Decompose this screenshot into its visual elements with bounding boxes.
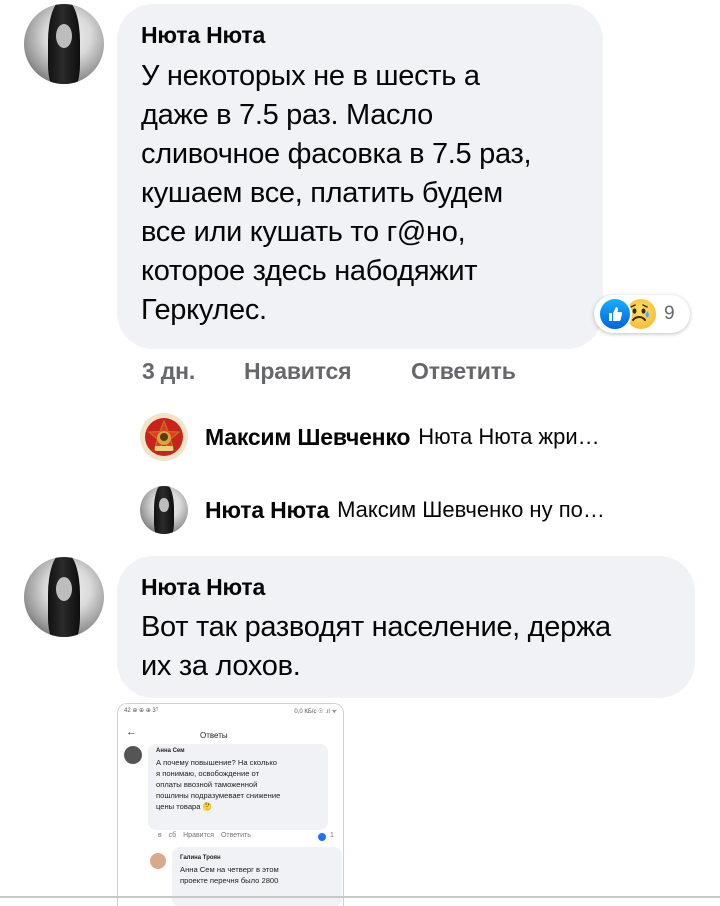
comment-line: оплаты ввозной таможенной <box>156 780 258 789</box>
comment-line: их за лохов. <box>141 650 301 682</box>
status-bar-right: 0,0 КБ/с ☉ .ıl ᯤ <box>294 709 337 715</box>
back-arrow-icon: ← <box>126 726 137 738</box>
avatar[interactable] <box>24 557 104 637</box>
comment-line: я понимаю, освобождение от <box>156 769 260 778</box>
avatar[interactable] <box>140 413 188 461</box>
comment-line: цены товара 🤔 <box>156 802 213 811</box>
avatar <box>150 853 166 869</box>
comment-bubble: Нюта Нюта У некоторых не в шесть а даже … <box>117 4 603 349</box>
reply-line: Анна Сем на четверг в этом <box>180 865 279 874</box>
reply-text: Анна Сем на четверг в этом проекте переч… <box>180 864 330 886</box>
like-icon <box>318 833 326 841</box>
reaction-count: 1 <box>330 832 334 839</box>
avatar-face <box>56 24 72 48</box>
comment-time[interactable]: 3 дн. <box>142 358 195 385</box>
avatar[interactable] <box>24 4 104 84</box>
reply-preview[interactable]: Нюта Нюта Максим Шевченко ну по… <box>140 485 680 535</box>
attached-image[interactable]: 42 ⊕ ⊕ ⊕ 3ᵀ 0,0 КБ/с ☉ .ıl ᯤ ← Ответы Ан… <box>117 703 344 906</box>
reply-author[interactable]: Нюта Нюта <box>205 497 329 524</box>
reply-text: Максим Шевченко ну по… <box>337 497 605 522</box>
comment-text: У некоторых не в шесть а даже в 7.5 раз.… <box>141 57 532 330</box>
reply-line: проекте перечня было 2800 <box>180 876 279 885</box>
like-button[interactable]: Нравится <box>244 358 352 385</box>
comment-line: кушаем все, платить будем <box>141 177 503 209</box>
comment-line: Вот так разводят население, держа <box>141 611 611 643</box>
avatar[interactable] <box>140 486 188 534</box>
reply-button[interactable]: Ответить <box>411 358 516 385</box>
reply-text: Нюта Нюта жри… <box>418 424 600 449</box>
avatar <box>124 746 142 764</box>
comment-text: Вот так разводят население, держа их за … <box>141 608 611 686</box>
comment-author[interactable]: Нюта Нюта <box>141 22 265 49</box>
status-bar-left: 42 ⊕ ⊕ ⊕ 3ᵀ <box>124 708 159 714</box>
comment-line: Геркулес. <box>141 294 267 326</box>
replies-title: Ответы <box>200 731 228 740</box>
comment-line: даже в 7.5 раз. Масло <box>141 99 433 131</box>
comment-bubble: Нюта Нюта Вот так разводят население, де… <box>117 556 695 698</box>
avatar-face <box>56 577 72 601</box>
comment-line: которое здесь набодяжит <box>141 255 478 287</box>
reaction-count: 9 <box>664 303 675 324</box>
reply-author: Галина Троян <box>180 855 221 861</box>
comment-author[interactable]: Нюта Нюта <box>141 574 265 601</box>
reply-author[interactable]: Максим Шевченко <box>205 424 410 451</box>
comment-line: все или кушать то г@но, <box>141 216 466 248</box>
comment-line: У некоторых не в шесть а <box>141 60 480 92</box>
comment-line: А почему повышение? На сколько <box>156 758 277 767</box>
avatar-face <box>159 498 169 513</box>
comment-text: А почему повышение? На сколько я понимаю… <box>156 757 326 812</box>
reactions-summary[interactable]: 9 <box>594 295 690 333</box>
comment-author: Анна Сем <box>156 748 185 754</box>
comment-line: пошлины подразумевает снижение <box>156 791 281 800</box>
divider <box>0 896 720 898</box>
comment-line: сливочное фасовка в 7.5 раз, <box>141 138 532 170</box>
like-icon <box>598 297 632 331</box>
comment-meta: в сб Нравится Ответить <box>158 832 251 839</box>
reply-preview[interactable]: Максим Шевченко Нюта Нюта жри… <box>140 412 680 462</box>
